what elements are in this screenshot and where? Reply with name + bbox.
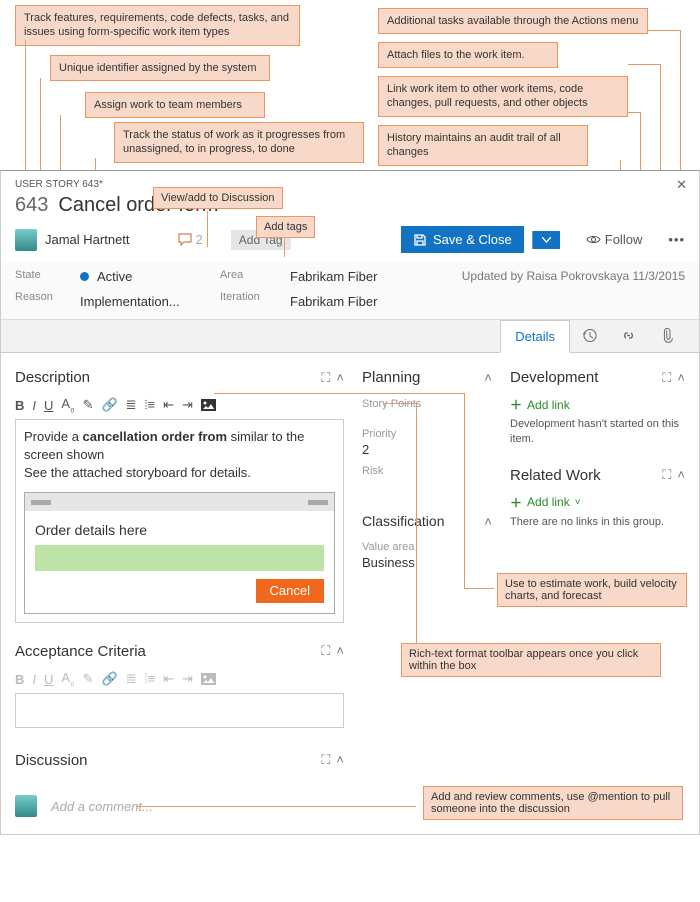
maximize-icon[interactable]: ⛶ xyxy=(321,752,330,768)
indent-button[interactable]: ⇥ xyxy=(182,397,193,413)
work-item-id: 643 xyxy=(15,194,48,217)
avatar xyxy=(15,229,37,251)
callout-rte: Rich-text format toolbar appears once yo… xyxy=(401,643,661,677)
related-note: There are no links in this group. xyxy=(510,515,685,530)
value-area-value[interactable]: Business xyxy=(362,555,492,570)
development-heading: Development xyxy=(510,369,598,386)
work-item-form: ✕ USER STORY 643* 643 Cancel order form … xyxy=(0,170,700,835)
callout-addtags: Add tags xyxy=(256,216,315,238)
chevron-up-icon[interactable]: ˄ xyxy=(336,370,344,386)
save-icon xyxy=(413,233,427,247)
chevron-up-icon[interactable]: ˄ xyxy=(677,370,685,386)
callout-estimate: Use to estimate work, build velocity cha… xyxy=(497,573,687,607)
callout-actions: Additional tasks available through the A… xyxy=(378,8,648,34)
close-icon[interactable]: ✕ xyxy=(676,177,687,193)
follow-button[interactable]: Follow xyxy=(586,232,643,247)
chevron-up-icon[interactable]: ˄ xyxy=(677,467,685,483)
callout-attach: Attach files to the work item. xyxy=(378,42,558,68)
area-value[interactable]: Fabrikam Fiber xyxy=(290,269,400,284)
bullets-button[interactable]: ≣ xyxy=(126,397,137,413)
more-actions-button[interactable]: ••• xyxy=(668,232,685,247)
dev-note: Development hasn't started on this item. xyxy=(510,417,685,447)
state-label: State xyxy=(15,269,70,281)
discussion-count[interactable]: 2 xyxy=(178,232,203,247)
reason-value[interactable]: Implementation... xyxy=(80,294,210,309)
callout-state: Track the status of work as it progresse… xyxy=(114,122,364,163)
iteration-label: Iteration xyxy=(220,291,280,303)
story-points-label: Story Points xyxy=(362,398,492,410)
assignee-name[interactable]: Jamal Hartnett xyxy=(45,232,130,247)
callout-discussion: View/add to Discussion xyxy=(153,187,283,209)
planning-heading: Planning xyxy=(362,369,420,386)
description-heading: Description xyxy=(15,369,90,386)
dev-add-link[interactable]: ＋Add link xyxy=(510,396,685,413)
description-editor[interactable]: Provide a cancellation order from simila… xyxy=(15,419,344,623)
chevron-up-icon[interactable]: ˄ xyxy=(336,643,344,659)
mockup-dialog: Order details here Cancel xyxy=(24,492,335,614)
updated-by: Updated by Raisa Pokrovskaya 11/3/2015 xyxy=(410,269,685,309)
related-heading: Related Work xyxy=(510,467,601,484)
comment-icon xyxy=(178,233,193,246)
maximize-icon[interactable]: ⛶ xyxy=(321,643,330,659)
callout-id: Unique identifier assigned by the system xyxy=(50,55,270,81)
rte-toolbar: B I U A₀ ✎ 🔗 ≣ ⦙≡ ⇤ ⇥ xyxy=(15,392,344,419)
history-tab-icon[interactable] xyxy=(570,320,609,352)
reason-label: Reason xyxy=(15,291,70,303)
bold-button[interactable]: B xyxy=(15,398,24,413)
state-value[interactable]: Active xyxy=(80,269,210,284)
mockup-title: Order details here xyxy=(35,521,324,541)
link-button[interactable]: 🔗 xyxy=(101,397,117,413)
priority-value[interactable]: 2 xyxy=(362,442,492,457)
callout-history: History maintains an audit trail of all … xyxy=(378,125,588,166)
callouts-region: Track features, requirements, code defec… xyxy=(0,0,700,170)
discussion-heading: Discussion xyxy=(15,752,88,769)
eye-icon xyxy=(586,234,601,245)
save-close-button[interactable]: Save & Close xyxy=(401,226,524,253)
callout-assign: Assign work to team members xyxy=(85,92,265,118)
italic-button[interactable]: I xyxy=(32,398,36,413)
callout-link: Link work item to other work items, code… xyxy=(378,76,628,117)
outdent-button[interactable]: ⇤ xyxy=(163,397,174,413)
acceptance-editor[interactable] xyxy=(15,693,344,728)
priority-label: Priority xyxy=(362,428,492,440)
iteration-value[interactable]: Fabrikam Fiber xyxy=(290,294,400,309)
callout-type: Track features, requirements, code defec… xyxy=(15,5,300,46)
maximize-icon[interactable]: ⛶ xyxy=(662,370,671,386)
maximize-icon[interactable]: ⛶ xyxy=(321,370,330,386)
acceptance-heading: Acceptance Criteria xyxy=(15,643,146,660)
maximize-icon[interactable]: ⛶ xyxy=(662,467,671,483)
font-button[interactable]: A₀ xyxy=(61,396,74,415)
area-label: Area xyxy=(220,269,280,281)
value-area-label: Value area xyxy=(362,541,492,553)
rte-toolbar-disabled: BIUA₀✎🔗≣⦙≡⇤⇥ xyxy=(15,666,344,693)
chevron-up-icon[interactable]: ˄ xyxy=(484,514,492,529)
chevron-up-icon[interactable]: ˄ xyxy=(336,752,344,768)
chevron-up-icon[interactable]: ˄ xyxy=(484,370,492,385)
underline-button[interactable]: U xyxy=(44,398,53,413)
mockup-cancel-button: Cancel xyxy=(256,579,324,603)
clear-format-button[interactable]: ✎ xyxy=(83,397,94,413)
attachments-tab-icon[interactable] xyxy=(648,320,685,352)
numbering-button[interactable]: ⦙≡ xyxy=(145,397,156,413)
avatar xyxy=(15,795,37,817)
save-dropdown[interactable] xyxy=(532,231,560,249)
state-dot-icon xyxy=(80,272,89,281)
tab-details[interactable]: Details xyxy=(500,320,570,353)
links-tab-icon[interactable] xyxy=(609,320,648,352)
work-item-type-label: USER STORY 643* xyxy=(1,171,699,190)
risk-label: Risk xyxy=(362,465,492,477)
chevron-down-icon xyxy=(542,237,551,243)
callout-comment: Add and review comments, use @mention to… xyxy=(423,786,683,820)
related-add-link[interactable]: ＋Add link ˅ xyxy=(510,494,685,511)
image-button[interactable] xyxy=(201,399,216,411)
classification-heading: Classification xyxy=(362,513,444,529)
